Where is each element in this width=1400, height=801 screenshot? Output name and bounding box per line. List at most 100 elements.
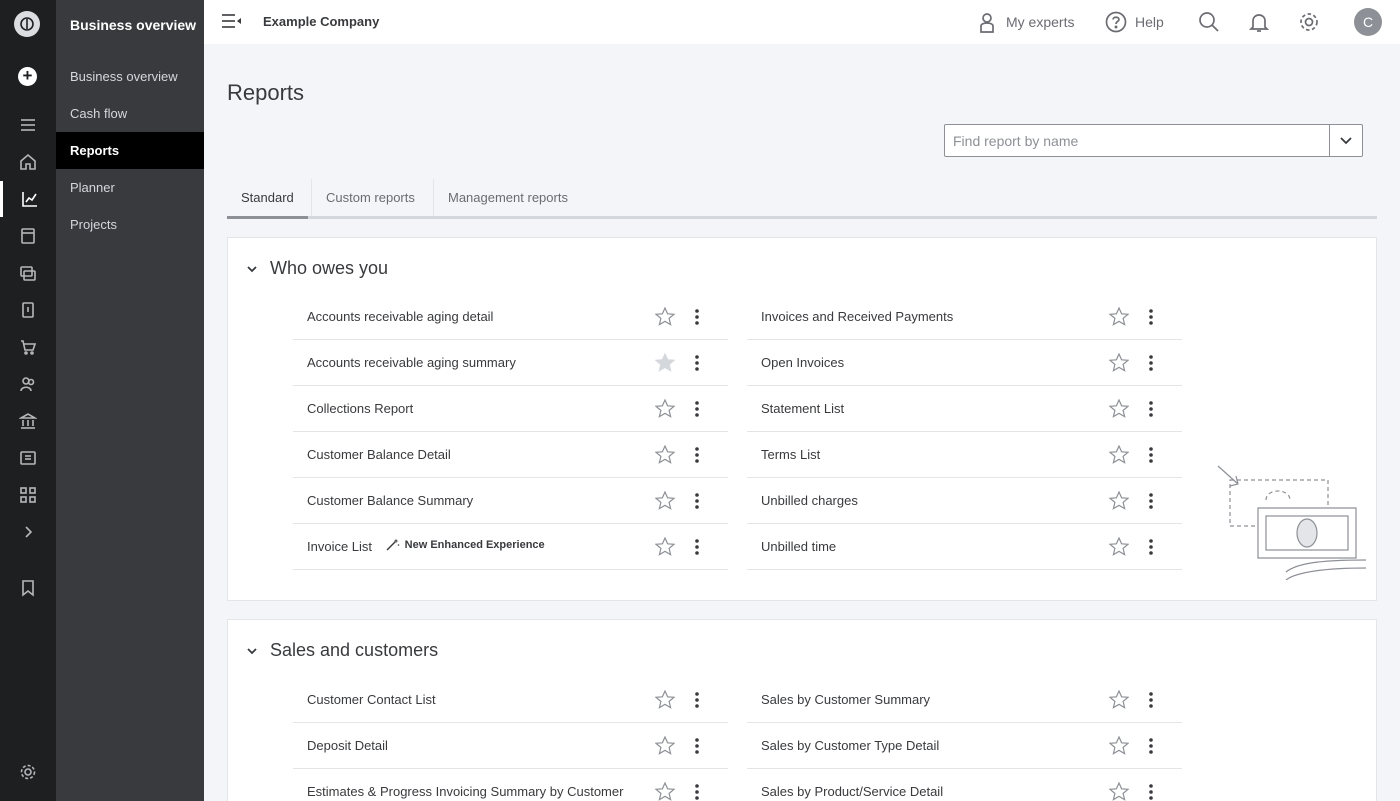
settings-gear-icon-top[interactable] (1298, 0, 1320, 44)
more-options-icon[interactable] (691, 537, 703, 556)
report-link[interactable]: Customer Balance Detail (307, 447, 451, 462)
report-link[interactable]: Sales by Product/Service Detail (761, 784, 943, 799)
more-options-icon[interactable] (691, 445, 703, 464)
report-row[interactable]: Customer Balance Detail (293, 431, 728, 478)
more-options-icon[interactable] (1145, 736, 1157, 755)
report-row[interactable]: Customer Balance Summary (293, 477, 728, 524)
notifications-bell-icon[interactable] (1248, 0, 1270, 44)
report-row[interactable]: Unbilled time (747, 523, 1182, 570)
collapse-menu-icon[interactable] (222, 13, 242, 29)
more-options-icon[interactable] (691, 399, 703, 418)
report-row[interactable]: Deposit Detail (293, 722, 728, 769)
people-icon[interactable] (0, 366, 56, 402)
report-row[interactable]: Customer Contact List (293, 676, 728, 723)
company-name[interactable]: Example Company (263, 14, 379, 29)
calculator-icon[interactable] (0, 218, 56, 254)
cart-icon[interactable] (0, 329, 56, 365)
favorite-star-icon[interactable] (1109, 537, 1129, 556)
nav-item-cash-flow[interactable]: Cash flow (56, 95, 204, 132)
favorite-star-icon[interactable] (655, 445, 675, 464)
report-row[interactable]: Statement List (747, 385, 1182, 432)
report-row[interactable]: Collections Report (293, 385, 728, 432)
menu-icon[interactable] (0, 107, 56, 143)
tab-standard[interactable]: Standard (227, 179, 308, 219)
more-options-icon[interactable] (691, 491, 703, 510)
reports-chart-icon[interactable] (0, 181, 56, 217)
favorite-star-filled-icon[interactable] (655, 353, 675, 372)
report-link[interactable]: Accounts receivable aging summary (307, 355, 516, 370)
favorite-star-icon[interactable] (1109, 782, 1129, 801)
report-link[interactable]: Collections Report (307, 401, 413, 416)
favorite-star-icon[interactable] (1109, 491, 1129, 510)
favorite-star-icon[interactable] (1109, 736, 1129, 755)
report-link[interactable]: Deposit Detail (307, 738, 388, 753)
search-input[interactable] (945, 125, 1330, 156)
more-options-icon[interactable] (1145, 491, 1157, 510)
nav-item-reports[interactable]: Reports (56, 132, 204, 169)
report-row[interactable]: Accounts receivable aging detail (293, 293, 728, 340)
report-link[interactable]: Sales by Customer Type Detail (761, 738, 939, 753)
report-link[interactable]: Accounts receivable aging detail (307, 309, 493, 324)
report-row[interactable]: Open Invoices (747, 339, 1182, 386)
more-options-icon[interactable] (1145, 690, 1157, 709)
favorite-star-icon[interactable] (655, 307, 675, 326)
report-row[interactable]: Invoices and Received Payments (747, 293, 1182, 340)
home-icon[interactable] (0, 144, 56, 180)
report-link[interactable]: Terms List (761, 447, 820, 462)
transactions-icon[interactable] (0, 255, 56, 291)
favorite-star-icon[interactable] (655, 782, 675, 801)
favorite-star-icon[interactable] (655, 736, 675, 755)
my-experts-button[interactable]: My experts (976, 0, 1074, 44)
report-row[interactable]: Sales by Customer Type Detail (747, 722, 1182, 769)
report-link[interactable]: Estimates & Progress Invoicing Summary b… (307, 784, 623, 799)
search-dropdown-chevron-icon[interactable] (1329, 125, 1362, 156)
report-row[interactable]: Sales by Product/Service Detail (747, 768, 1182, 801)
more-options-icon[interactable] (1145, 399, 1157, 418)
settings-gear-icon[interactable] (0, 754, 56, 790)
report-link[interactable]: Invoices and Received Payments (761, 309, 953, 324)
favorite-star-icon[interactable] (1109, 307, 1129, 326)
report-link[interactable]: Customer Balance Summary (307, 493, 473, 508)
section-header[interactable]: Sales and customers (246, 640, 438, 661)
user-avatar[interactable]: C (1354, 8, 1382, 36)
search-icon[interactable] (1198, 0, 1220, 44)
more-options-icon[interactable] (691, 736, 703, 755)
apps-grid-icon[interactable] (0, 477, 56, 513)
favorite-star-icon[interactable] (1109, 399, 1129, 418)
register-icon[interactable] (0, 440, 56, 476)
section-header[interactable]: Who owes you (246, 258, 388, 279)
more-options-icon[interactable] (1145, 445, 1157, 464)
report-row[interactable]: Sales by Customer Summary (747, 676, 1182, 723)
report-row[interactable]: Accounts receivable aging summary (293, 339, 728, 386)
report-link[interactable]: Unbilled time (761, 539, 836, 554)
tab-management-reports[interactable]: Management reports (433, 179, 582, 216)
nav-item-planner[interactable]: Planner (56, 169, 204, 206)
favorite-star-icon[interactable] (1109, 353, 1129, 372)
more-options-icon[interactable] (691, 307, 703, 326)
nav-item-business-overview[interactable]: Business overview (56, 58, 204, 95)
report-link[interactable]: Invoice List (307, 539, 372, 554)
app-logo-icon[interactable] (14, 11, 40, 37)
report-link[interactable]: Open Invoices (761, 355, 844, 370)
more-options-icon[interactable] (1145, 782, 1157, 801)
more-options-icon[interactable] (1145, 537, 1157, 556)
favorite-star-icon[interactable] (1109, 690, 1129, 709)
favorite-star-icon[interactable] (655, 690, 675, 709)
report-link-with-badge[interactable]: Invoice List New Enhanced Experience (307, 538, 545, 554)
favorite-star-icon[interactable] (1109, 445, 1129, 464)
more-options-icon[interactable] (1145, 307, 1157, 326)
report-row[interactable]: Invoice List New Enhanced Experience (293, 523, 728, 570)
more-options-icon[interactable] (691, 690, 703, 709)
tab-custom-reports[interactable]: Custom reports (311, 179, 429, 216)
favorite-star-icon[interactable] (655, 491, 675, 510)
report-link[interactable]: Customer Contact List (307, 692, 436, 707)
help-button[interactable]: Help (1105, 0, 1164, 44)
more-options-icon[interactable] (691, 782, 703, 801)
report-link[interactable]: Statement List (761, 401, 844, 416)
bank-icon[interactable] (0, 403, 56, 439)
favorite-star-icon[interactable] (655, 537, 675, 556)
favorite-star-icon[interactable] (655, 399, 675, 418)
report-link[interactable]: Sales by Customer Summary (761, 692, 930, 707)
report-row[interactable]: Estimates & Progress Invoicing Summary b… (293, 768, 728, 801)
more-options-icon[interactable] (691, 353, 703, 372)
